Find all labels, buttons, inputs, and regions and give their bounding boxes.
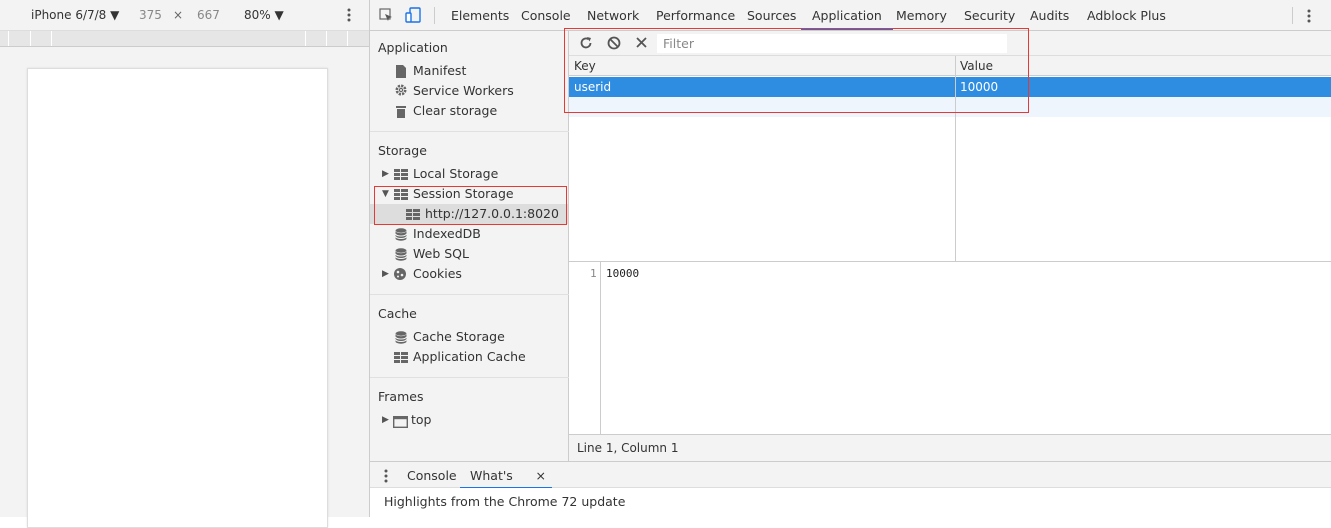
- dimension-separator: ×: [173, 8, 184, 22]
- tab-memory[interactable]: Memory: [896, 0, 947, 30]
- devtools-tab-bar: Elements Console Network Performance Sou…: [370, 0, 1331, 31]
- tab-security[interactable]: Security: [964, 0, 1015, 30]
- sidebar-item-application-cache[interactable]: Application Cache: [394, 347, 564, 367]
- drawer-menu-icon[interactable]: [383, 468, 389, 487]
- empty-new-row[interactable]: [569, 97, 1331, 117]
- sidebar-item-label: Clear storage: [413, 103, 498, 118]
- sidebar-item-label: Application Cache: [413, 349, 526, 364]
- section-divider: [370, 377, 569, 378]
- sidebar-item-indexeddb[interactable]: IndexedDB: [394, 224, 564, 244]
- more-vertical-icon[interactable]: [345, 7, 353, 23]
- expand-arrow-icon[interactable]: ▶: [382, 264, 389, 284]
- sidebar-item-label: Session Storage: [413, 186, 514, 201]
- storage-toolbar: [569, 31, 1331, 56]
- device-height-input[interactable]: 667: [197, 8, 220, 22]
- data-grid-header: Key Value: [569, 56, 1331, 76]
- sidebar-item-clear-storage[interactable]: Clear storage: [394, 101, 564, 121]
- sidebar-item-label: Service Workers: [413, 83, 514, 98]
- devtools-panel: Elements Console Network Performance Sou…: [369, 0, 1331, 517]
- sidebar-item-local-storage[interactable]: ▶ Local Storage: [382, 164, 564, 184]
- value-preview-editor[interactable]: 1 10000: [569, 261, 1331, 435]
- sidebar-item-label: Cookies: [413, 266, 462, 281]
- section-header-frames: Frames: [378, 389, 424, 404]
- column-header-value[interactable]: Value: [955, 56, 1331, 76]
- sidebar-item-label: Cache Storage: [413, 329, 505, 344]
- drawer-tab-bar: Console What's New ×: [370, 461, 1331, 510]
- section-divider: [370, 294, 569, 295]
- tab-sources[interactable]: Sources: [747, 0, 796, 30]
- sidebar-item-label: top: [411, 412, 432, 427]
- column-header-key[interactable]: Key: [569, 56, 955, 76]
- devtools-menu-icon[interactable]: [1306, 8, 1312, 27]
- collapse-arrow-icon[interactable]: ▼: [382, 184, 389, 204]
- row-value-cell[interactable]: 10000: [955, 77, 1331, 97]
- refresh-icon[interactable]: [579, 36, 593, 53]
- whats-new-content: Highlights from the Chrome 72 update: [370, 488, 1331, 517]
- tab-application[interactable]: Application: [801, 0, 893, 30]
- sidebar-item-label: Web SQL: [413, 246, 469, 261]
- gear-icon: [394, 83, 408, 103]
- device-select[interactable]: iPhone 6/7/8 ▼: [31, 8, 119, 22]
- sidebar-item-cache-storage[interactable]: Cache Storage: [394, 327, 564, 347]
- frame-icon: [392, 414, 409, 434]
- section-header-cache: Cache: [378, 306, 417, 321]
- filter-input[interactable]: [657, 34, 1007, 53]
- column-divider[interactable]: [955, 56, 956, 261]
- line-number: 1: [590, 267, 597, 280]
- sidebar-item-service-workers[interactable]: Service Workers: [394, 81, 564, 101]
- drawer-tab-console[interactable]: Console: [407, 462, 457, 489]
- device-emulation-pane: iPhone 6/7/8 ▼ 375 × 667 80% ▼: [0, 0, 369, 528]
- media-query-ruler[interactable]: [0, 31, 369, 47]
- line-number-gutter: 1: [569, 262, 601, 435]
- tab-elements[interactable]: Elements: [451, 0, 509, 30]
- storage-view: Key Value userid 10000 1 10000 Line 1, C…: [569, 31, 1331, 461]
- trash-icon: [396, 104, 406, 124]
- sidebar-item-label: http://127.0.0.1:8020: [425, 206, 559, 221]
- sidebar-item-session-origin[interactable]: http://127.0.0.1:8020: [406, 204, 564, 224]
- sidebar-item-label: Local Storage: [413, 166, 499, 181]
- close-icon[interactable]: ×: [536, 462, 546, 489]
- section-header-application: Application: [378, 40, 448, 55]
- clear-all-icon[interactable]: [607, 36, 621, 53]
- sidebar-item-label: IndexedDB: [413, 226, 481, 241]
- device-toolbar: iPhone 6/7/8 ▼ 375 × 667 80% ▼: [0, 0, 369, 31]
- sidebar-item-manifest[interactable]: Manifest: [394, 61, 564, 81]
- row-key-cell[interactable]: userid: [569, 77, 955, 97]
- application-sidebar: Application Manifest Service Workers Cle…: [370, 31, 569, 461]
- sidebar-item-label: Manifest: [413, 63, 467, 78]
- sidebar-item-cookies[interactable]: ▶ Cookies: [382, 264, 564, 284]
- device-width-input[interactable]: 375: [139, 8, 162, 22]
- cookie-icon: [393, 267, 407, 287]
- editor-status-bar: Line 1, Column 1: [569, 434, 1331, 461]
- sidebar-item-frame-top[interactable]: ▶ top: [382, 410, 564, 430]
- section-header-storage: Storage: [378, 143, 427, 158]
- tab-network[interactable]: Network: [587, 0, 639, 30]
- expand-arrow-icon[interactable]: ▶: [382, 164, 389, 184]
- sidebar-item-session-storage[interactable]: ▼ Session Storage: [382, 184, 564, 204]
- tab-adblock-plus[interactable]: Adblock Plus: [1087, 0, 1166, 30]
- device-viewport[interactable]: [27, 68, 328, 528]
- zoom-select[interactable]: 80% ▼: [244, 8, 284, 22]
- grid-icon: [394, 350, 408, 370]
- editor-line-content[interactable]: 10000: [606, 267, 639, 280]
- sidebar-item-web-sql[interactable]: Web SQL: [394, 244, 564, 264]
- tab-console[interactable]: Console: [521, 0, 571, 30]
- delete-selected-icon[interactable]: [635, 36, 649, 53]
- section-divider: [370, 131, 569, 132]
- expand-arrow-icon[interactable]: ▶: [382, 410, 389, 430]
- inspect-element-icon[interactable]: [379, 8, 393, 25]
- device-toggle-icon[interactable]: [405, 7, 421, 26]
- tab-performance[interactable]: Performance: [656, 0, 735, 30]
- tab-audits[interactable]: Audits: [1030, 0, 1069, 30]
- table-row[interactable]: userid 10000: [569, 77, 1331, 97]
- drawer-tab-whats-new[interactable]: What's New ×: [460, 462, 552, 510]
